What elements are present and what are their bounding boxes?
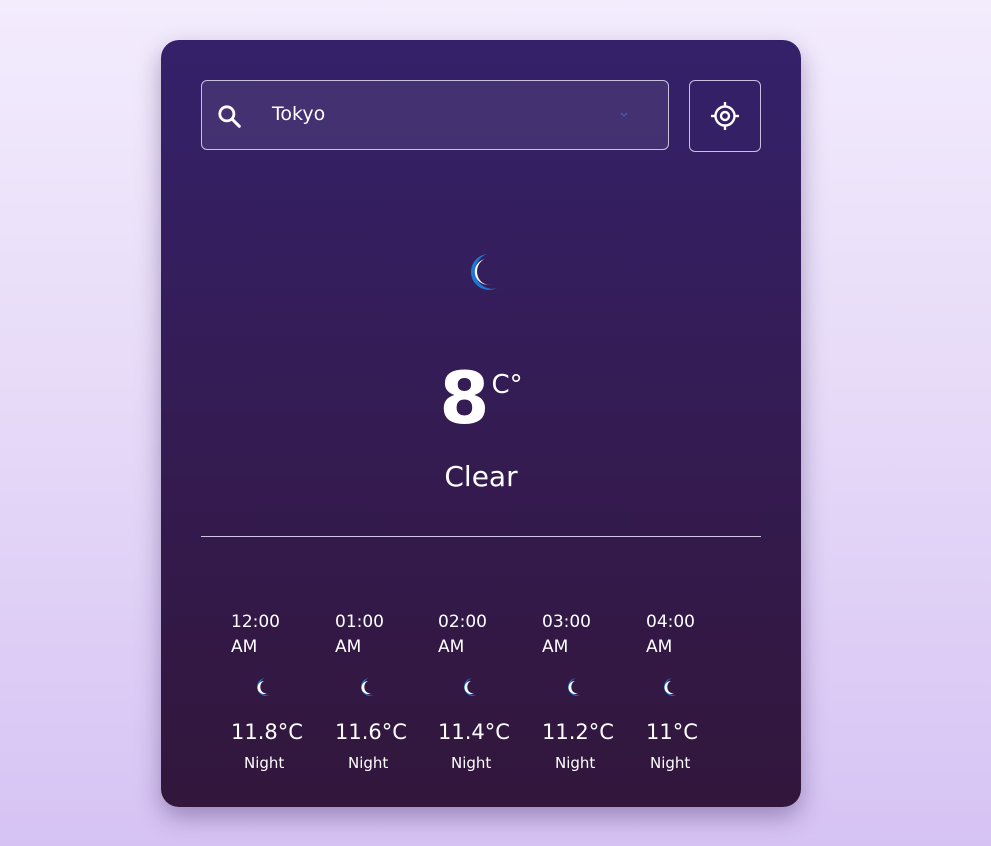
search-icon xyxy=(218,105,241,128)
hour-temperature: 11.6°C xyxy=(335,720,407,744)
moon-icon xyxy=(463,678,477,696)
hour-period: Night xyxy=(244,754,285,772)
divider xyxy=(201,536,761,537)
city-search-combobox[interactable]: Tokyo xyxy=(201,80,669,150)
temperature-value: 8 xyxy=(439,356,490,440)
hourly-item: 01:00 AM 11.6°C Night xyxy=(335,610,425,772)
crosshair-icon xyxy=(711,102,739,130)
current-location-button[interactable] xyxy=(689,80,761,152)
city-search-value[interactable]: Tokyo xyxy=(272,103,325,125)
weather-condition: Clear xyxy=(444,460,518,493)
hour-temperature: 11°C xyxy=(646,720,698,744)
moon-icon xyxy=(567,678,581,696)
hourly-item: 04:00 AM 11°C Night xyxy=(646,610,736,772)
hour-time: 04:00 AM xyxy=(646,612,695,657)
hour-temperature: 11.4°C xyxy=(438,720,510,744)
hourly-item: 03:00 AM 11.2°C Night xyxy=(542,610,632,772)
weather-card: Tokyo 8C° Clear 12:00 AM 11.8°C Night 01… xyxy=(161,40,801,807)
hour-temperature: 11.8°C xyxy=(231,720,303,744)
hour-period: Night xyxy=(348,754,389,772)
moon-icon xyxy=(470,254,497,290)
hour-temperature: 11.2°C xyxy=(542,720,614,744)
moon-icon xyxy=(663,678,677,696)
temperature-unit: C° xyxy=(491,370,523,400)
hour-period: Night xyxy=(555,754,596,772)
hour-time: 03:00 AM xyxy=(542,612,591,657)
hour-period: Night xyxy=(451,754,492,772)
moon-icon xyxy=(256,678,270,696)
hour-time: 01:00 AM xyxy=(335,612,384,657)
moon-icon xyxy=(360,678,374,696)
hour-time: 12:00 AM xyxy=(231,612,280,657)
hourly-item: 12:00 AM 11.8°C Night xyxy=(231,610,321,772)
current-temperature: 8C° xyxy=(161,362,801,434)
hourly-item: 02:00 AM 11.4°C Night xyxy=(438,610,528,772)
hour-period: Night xyxy=(650,754,691,772)
chevron-down-icon[interactable] xyxy=(618,111,630,119)
hour-time: 02:00 AM xyxy=(438,612,487,657)
